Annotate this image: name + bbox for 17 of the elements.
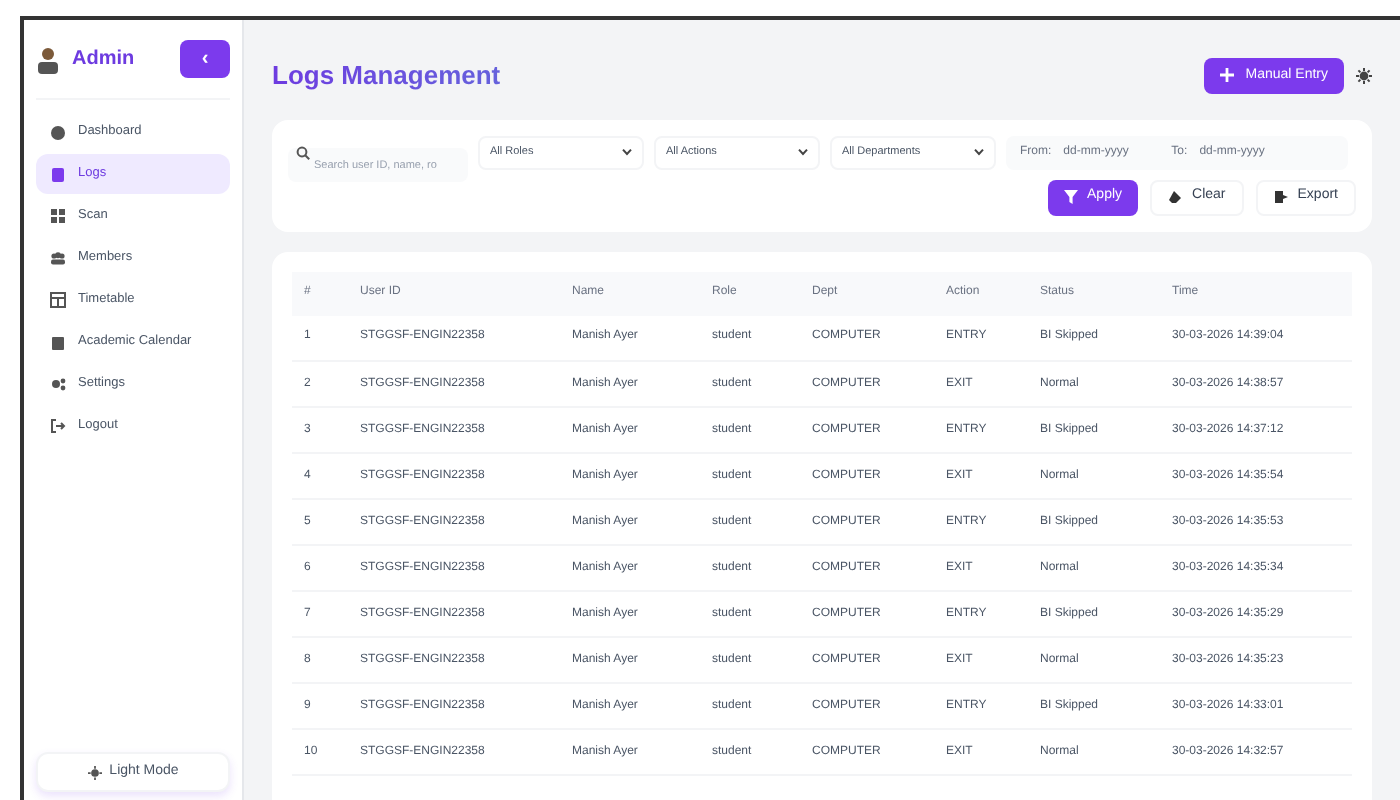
export-icon [1273,190,1288,204]
exit-icon [50,418,66,434]
sun-icon[interactable] [1356,67,1372,84]
chevron-down-icon [622,148,632,156]
chevron-down-icon [798,148,808,156]
table-icon [50,292,66,308]
chevron-down-icon [974,148,984,156]
eraser-icon [1168,190,1183,204]
filter-icon [1063,190,1078,204]
user-icon [36,45,60,73]
plus-icon [1219,68,1234,83]
search-icon [296,145,310,159]
grid-icon [50,208,66,224]
brand-name: Admin [72,46,137,74]
collapse-button[interactable]: ‹ [180,40,230,78]
clipboard-icon [50,166,66,182]
sun-icon [87,765,102,779]
